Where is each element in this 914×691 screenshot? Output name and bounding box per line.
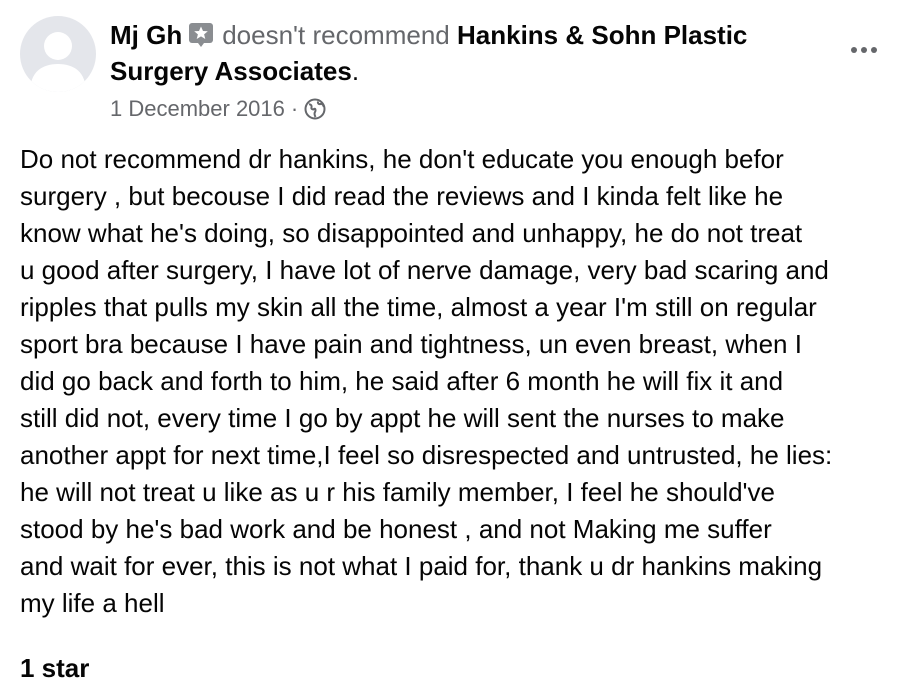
more-dot	[871, 47, 877, 53]
recommend-action-text: doesn't recommend	[222, 20, 450, 50]
avatar[interactable]	[20, 16, 96, 92]
post-date[interactable]: 1 December 2016	[110, 94, 285, 124]
review-text: Do not recommend dr hankins, he don't ed…	[20, 144, 833, 618]
more-dot	[861, 47, 867, 53]
post-header: Mj Gh doesn't recommend Hankins & Sohn Pl…	[110, 17, 830, 89]
default-avatar-icon	[30, 32, 86, 92]
more-dot	[851, 47, 857, 53]
post-meta: 1 December 2016 ·	[110, 94, 326, 124]
globe-icon[interactable]	[304, 98, 326, 120]
meta-separator: ·	[290, 96, 299, 121]
star-badge-icon[interactable]	[188, 21, 214, 47]
more-options-button[interactable]	[842, 32, 886, 68]
rating-label: 1 star	[20, 653, 90, 683]
header-punctuation: .	[351, 56, 360, 86]
author-name[interactable]: Mj Gh	[110, 20, 182, 50]
